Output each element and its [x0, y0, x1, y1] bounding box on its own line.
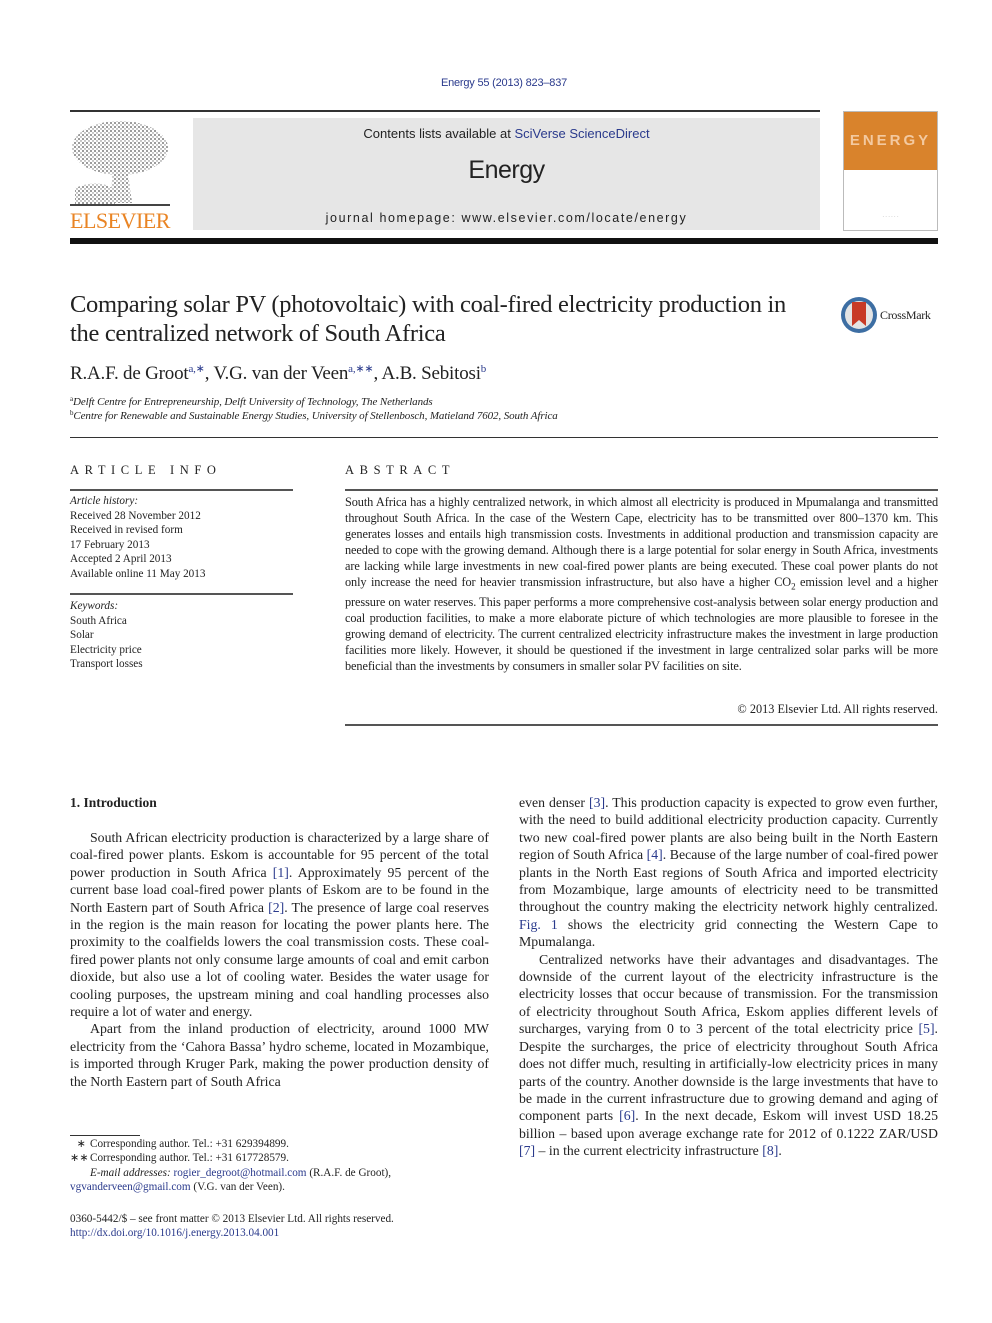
email-owner: (V.G. van der Veen).: [190, 1180, 285, 1193]
contents-prefix: Contents lists available at: [363, 126, 515, 141]
text-run: even denser: [519, 795, 589, 810]
citation-link[interactable]: [6]: [619, 1108, 635, 1123]
body-column-right: even denser [3]. This production capacit…: [519, 794, 938, 1160]
body-column-left: South African electricity production is …: [70, 829, 489, 1090]
affiliation-b: bCentre for Renewable and Sustainable En…: [70, 409, 558, 422]
history-item: Received in revised form: [70, 524, 183, 536]
contents-line: Contents lists available at SciVerse Sci…: [193, 126, 820, 141]
crossmark-button[interactable]: CrossMark: [840, 296, 940, 336]
keyword-item: Solar: [70, 629, 94, 641]
keyword-item: South Africa: [70, 614, 127, 627]
author-name[interactable]: V.G. van der Veen: [213, 363, 348, 384]
journal-homepage-link[interactable]: journal homepage: www.elsevier.com/locat…: [193, 211, 820, 225]
doi-link[interactable]: http://dx.doi.org/10.1016/j.energy.2013.…: [70, 1227, 279, 1239]
journal-cover-thumbnail[interactable]: ENERGY · · · · · ·: [843, 111, 938, 231]
keywords: Keywords: South Africa Solar Electricity…: [70, 599, 143, 672]
footnote-text: Corresponding author. Tel.: +31 61772857…: [90, 1152, 289, 1165]
keyword-item: Transport losses: [70, 658, 143, 670]
header-divider: [70, 110, 820, 112]
cover-publisher-mark: · · · · · ·: [882, 215, 899, 220]
email-link[interactable]: vgvanderveen@gmail.com: [70, 1181, 191, 1193]
crossmark-label: CrossMark: [880, 308, 931, 322]
email-label: E-mail addresses:: [90, 1166, 171, 1179]
affiliation-a: aDelft Centre for Entrepreneurship, Delf…: [70, 395, 433, 408]
section-divider: [70, 437, 938, 438]
header-thick-divider: [70, 238, 938, 244]
history-item: Available online 11 May 2013: [70, 567, 206, 580]
history-heading: Article history:: [70, 495, 139, 507]
text-run: shows the electricity grid connecting th…: [519, 916, 938, 950]
text-run: . The presence of large coal reserves in…: [70, 899, 489, 1020]
sciencedirect-link[interactable]: SciVerse ScienceDirect: [514, 126, 649, 141]
journal-reference-link[interactable]: Energy 55 (2013) 823–837: [0, 77, 992, 89]
email-addresses: E-mail addresses: rogier_degroot@hotmail…: [70, 1166, 490, 1195]
footnotes: ∗ Corresponding author. Tel.: +31 6293948…: [70, 1137, 490, 1194]
co2-formula: CO: [774, 575, 792, 589]
author-affiliation-marker[interactable]: b: [481, 363, 487, 375]
citation-link[interactable]: [3]: [589, 795, 605, 810]
citation-link[interactable]: [7]: [519, 1143, 535, 1158]
text-run: – in the current electricity infrastruct…: [535, 1143, 763, 1159]
footnote: ∗∗ Corresponding author. Tel.: +31 617728…: [70, 1151, 490, 1165]
citation-link[interactable]: [5]: [918, 1021, 934, 1036]
author-name[interactable]: R.A.F. de Groot: [70, 363, 189, 384]
elsevier-wordmark: ELSEVIER: [70, 208, 170, 233]
affiliation-text: Delft Centre for Entrepreneurship, Delft…: [73, 396, 433, 408]
keywords-heading: Keywords:: [70, 600, 119, 612]
paragraph: Apart from the inland production of elec…: [70, 1020, 489, 1090]
keyword-item: Electricity price: [70, 643, 142, 656]
author-affiliation-marker[interactable]: a,∗∗: [348, 363, 373, 375]
citation-link[interactable]: [1]: [273, 865, 289, 880]
text-run: Apart from the inland production of elec…: [70, 1021, 489, 1089]
article-info-heading: ARTICLE INFO: [70, 463, 222, 477]
article-info-divider: [70, 593, 293, 595]
author-list: R.A.F. de Groota,∗, V.G. van der Veena,∗…: [70, 363, 487, 384]
paragraph: Centralized networks have their advantag…: [519, 951, 938, 1160]
crossmark-icon: [841, 297, 877, 333]
email-link[interactable]: rogier_degroot@hotmail.com: [173, 1167, 306, 1179]
email-owner: (R.A.F. de Groot),: [306, 1166, 392, 1179]
abstract-divider: [345, 724, 938, 726]
paragraph: even denser [3]. This production capacit…: [519, 794, 938, 951]
paragraph: South African electricity production is …: [70, 829, 489, 1020]
history-item: Accepted 2 April 2013: [70, 553, 172, 565]
citation-link[interactable]: [2]: [268, 900, 284, 915]
elsevier-logo[interactable]: ELSEVIER: [70, 118, 170, 232]
article-info-divider: [70, 489, 293, 491]
abstract-heading: ABSTRACT: [345, 463, 456, 477]
abstract-text-part: emission level and a higher pressure on …: [345, 575, 938, 674]
cover-title: ENERGY: [849, 132, 932, 149]
author-affiliation-marker[interactable]: a,∗: [188, 363, 204, 375]
citation-link[interactable]: Fig. 1: [519, 917, 558, 932]
section-heading-introduction: 1. Introduction: [70, 795, 157, 810]
history-item: 17 February 2013: [70, 538, 150, 551]
author-name[interactable]: A.B. Sebitosi: [382, 363, 481, 384]
citation-link[interactable]: [8]: [762, 1143, 778, 1158]
footnote: ∗ Corresponding author. Tel.: +31 6293948…: [70, 1137, 490, 1151]
cover-banner: ENERGY: [844, 112, 937, 170]
text-run: Centralized networks have their advantag…: [519, 951, 938, 1037]
elsevier-tree-icon: [70, 121, 170, 206]
issn-line: 0360-5442/$ – see front matter © 2013 El…: [70, 1213, 394, 1225]
article-title: Comparing solar PV (photovoltaic) with c…: [70, 291, 786, 347]
publication-info: 0360-5442/$ – see front matter © 2013 El…: [70, 1212, 394, 1241]
journal-name: Energy: [468, 156, 545, 184]
abstract-copyright: © 2013 Elsevier Ltd. All rights reserved…: [737, 702, 938, 716]
footnote-mark: ∗: [76, 1138, 86, 1150]
text-run: .: [778, 1143, 782, 1159]
article-history: Article history: Received 28 November 20…: [70, 494, 205, 581]
abstract-divider: [345, 489, 938, 491]
footnote-text: Corresponding author. Tel.: +31 62939489…: [90, 1138, 289, 1150]
history-item: Received 28 November 2012: [70, 509, 201, 522]
citation-link[interactable]: [4]: [647, 847, 663, 862]
footnote-divider: [70, 1135, 140, 1136]
journal-header-box: Contents lists available at SciVerse Sci…: [193, 118, 820, 230]
footnote-mark: ∗∗: [70, 1152, 89, 1165]
affiliation-text: Centre for Renewable and Sustainable Ene…: [73, 410, 558, 422]
abstract-body: South Africa has a highly centralized ne…: [345, 494, 938, 674]
